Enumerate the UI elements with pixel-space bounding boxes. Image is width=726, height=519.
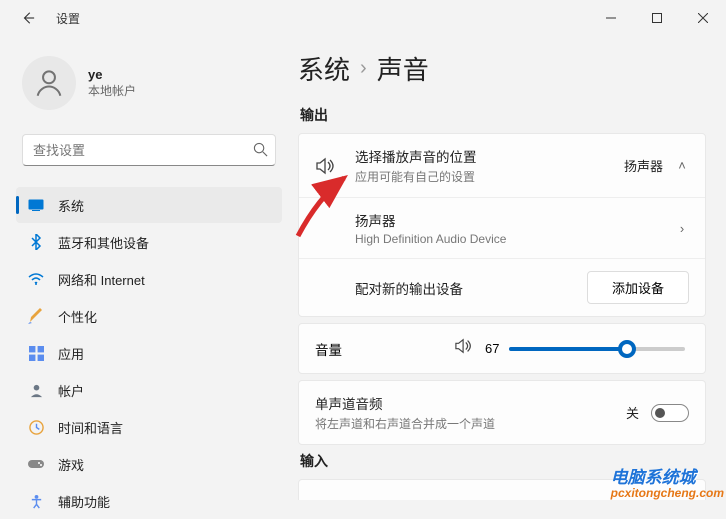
person-icon (32, 66, 66, 100)
volume-row: 音量 67 (299, 324, 705, 373)
main-panel: 系统 › 声音 输出 选择播放声音的位置 应用可能有自己的设置 扬声器 ˄ 扬声… (292, 36, 726, 500)
app-title: 设置 (56, 10, 80, 27)
nav-time[interactable]: 时间和语言 (16, 409, 282, 445)
mono-row[interactable]: 单声道音频 将左声道和右声道合并成一个声道 关 (299, 381, 705, 444)
nav-label: 帐户 (58, 381, 84, 400)
watermark: 电脑系统城 pcxitongcheng.com (611, 463, 724, 500)
output-select-title: 选择播放声音的位置 (355, 146, 624, 166)
nav-list: 系统 蓝牙和其他设备 网络和 Internet 个性化 应用 帐户 (16, 180, 282, 519)
nav-label: 个性化 (58, 307, 97, 326)
speaker-icon (315, 157, 337, 175)
system-icon (28, 197, 44, 213)
volume-title: 音量 (315, 339, 455, 359)
apps-icon (28, 345, 44, 361)
nav-label: 网络和 Internet (58, 270, 145, 289)
breadcrumb-sep: › (360, 57, 367, 80)
speaker-title: 扬声器 (355, 210, 675, 230)
output-select-row[interactable]: 选择播放声音的位置 应用可能有自己的设置 扬声器 ˄ (299, 134, 705, 197)
nav-label: 应用 (58, 344, 84, 363)
search-box (22, 134, 276, 166)
nav-label: 系统 (58, 196, 84, 215)
volume-icon[interactable] (455, 338, 473, 359)
nav-label: 时间和语言 (58, 418, 123, 437)
profile-block[interactable]: ye 本地帐户 (16, 46, 282, 126)
mono-sub: 将左声道和右声道合并成一个声道 (315, 415, 626, 432)
breadcrumb: 系统 › 声音 (298, 50, 706, 87)
nav-label: 游戏 (58, 455, 84, 474)
mono-card: 单声道音频 将左声道和右声道合并成一个声道 关 (298, 380, 706, 445)
volume-value: 67 (485, 341, 499, 356)
output-select-sub: 应用可能有自己的设置 (355, 168, 624, 185)
back-button[interactable] (14, 4, 42, 32)
clock-icon (28, 419, 44, 435)
pair-row: 配对新的输出设备 添加设备 (299, 258, 705, 316)
user-name: ye (88, 67, 136, 82)
volume-slider[interactable] (509, 347, 685, 351)
avatar (22, 56, 76, 110)
title-bar: 设置 (0, 0, 726, 36)
bluetooth-icon (28, 234, 44, 250)
close-button[interactable] (680, 0, 726, 36)
minimize-button[interactable] (588, 0, 634, 36)
add-device-button[interactable]: 添加设备 (587, 271, 689, 304)
nav-label: 蓝牙和其他设备 (58, 233, 149, 252)
brush-icon (28, 308, 44, 324)
nav-bluetooth[interactable]: 蓝牙和其他设备 (16, 224, 282, 260)
window-controls (588, 0, 726, 36)
nav-apps[interactable]: 应用 (16, 335, 282, 371)
maximize-icon (652, 13, 662, 23)
chevron-up-icon: ˄ (675, 158, 689, 173)
nav-accessibility[interactable]: 辅助功能 (16, 483, 282, 519)
speaker-row[interactable]: 扬声器 High Definition Audio Device › (299, 197, 705, 258)
sidebar: ye 本地帐户 系统 蓝牙和其他设备 网络和 Internet (0, 36, 292, 500)
breadcrumb-parent[interactable]: 系统 (298, 50, 350, 87)
user-type: 本地帐户 (88, 82, 136, 99)
output-card: 选择播放声音的位置 应用可能有自己的设置 扬声器 ˄ 扬声器 High Defi… (298, 133, 706, 317)
pair-title: 配对新的输出设备 (355, 278, 587, 298)
output-select-value: 扬声器 (624, 156, 663, 175)
mono-title: 单声道音频 (315, 393, 626, 413)
close-icon (698, 13, 708, 23)
nav-personalization[interactable]: 个性化 (16, 298, 282, 334)
gamepad-icon (28, 456, 44, 472)
minimize-icon (606, 13, 616, 23)
nav-accounts[interactable]: 帐户 (16, 372, 282, 408)
wifi-icon (28, 271, 44, 287)
mono-toggle[interactable] (651, 404, 689, 422)
nav-system[interactable]: 系统 (16, 187, 282, 223)
mono-state: 关 (626, 403, 639, 422)
maximize-button[interactable] (634, 0, 680, 36)
speaker-sub: High Definition Audio Device (355, 232, 675, 246)
arrow-left-icon (21, 11, 35, 25)
output-heading: 输出 (300, 105, 706, 125)
accessibility-icon (28, 493, 44, 509)
search-input[interactable] (22, 134, 276, 166)
breadcrumb-current: 声音 (377, 50, 429, 87)
nav-network[interactable]: 网络和 Internet (16, 261, 282, 297)
chevron-right-icon: › (675, 221, 689, 236)
nav-label: 辅助功能 (58, 492, 110, 511)
nav-gaming[interactable]: 游戏 (16, 446, 282, 482)
volume-card: 音量 67 (298, 323, 706, 374)
account-icon (28, 382, 44, 398)
search-icon (253, 142, 268, 162)
